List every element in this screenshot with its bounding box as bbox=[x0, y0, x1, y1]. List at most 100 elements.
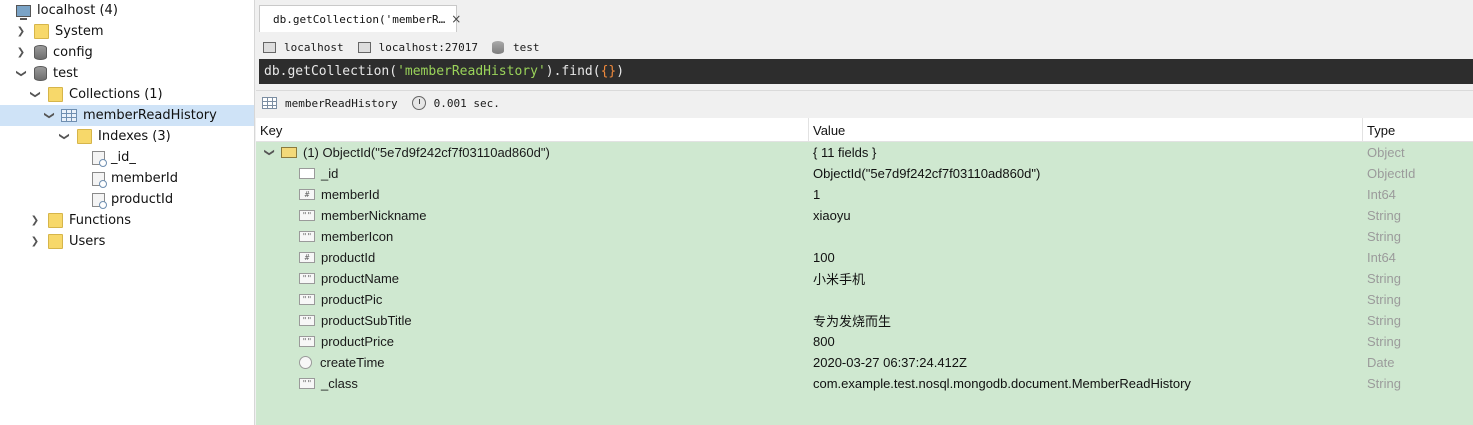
string-icon: "" bbox=[299, 231, 315, 242]
field-value: 专为发烧而生 bbox=[813, 314, 892, 329]
chevron-down-icon[interactable]: ❯ bbox=[39, 109, 60, 123]
field-value: com.example.test.nosql.mongodb.document.… bbox=[813, 376, 1191, 391]
connection-address: localhost:27017 bbox=[357, 40, 478, 54]
column-header-key[interactable]: Key bbox=[256, 118, 809, 142]
chevron-down-icon[interactable]: ❯ bbox=[25, 88, 46, 102]
chevron-right-icon[interactable]: ❯ bbox=[14, 21, 28, 42]
field-type: Date bbox=[1367, 355, 1395, 370]
tree-item-label: Collections (1) bbox=[69, 87, 163, 102]
folder-icon bbox=[48, 234, 63, 249]
query-filter: {} bbox=[600, 64, 617, 79]
table-row[interactable]: _id ObjectId("5e7d9f242cf7f03110ad860d") O… bbox=[256, 163, 1473, 184]
field-key: memberId bbox=[321, 187, 380, 202]
tree-item-label: memberId bbox=[111, 171, 179, 186]
tree-item-system[interactable]: ❯ System bbox=[0, 21, 254, 42]
field-key: memberNickname bbox=[321, 208, 427, 223]
field-value: ObjectId("5e7d9f242cf7f03110ad860d") bbox=[813, 166, 1041, 181]
document-type: Object bbox=[1367, 145, 1405, 160]
column-header-type[interactable]: Type bbox=[1363, 118, 1473, 142]
field-value bbox=[813, 289, 1361, 310]
field-value: xiaoyu bbox=[813, 208, 851, 223]
close-icon[interactable]: × bbox=[451, 12, 461, 26]
document-row[interactable]: ❯ (1) ObjectId("5e7d9f242cf7f03110ad860d… bbox=[256, 142, 1473, 163]
column-header-value[interactable]: Value bbox=[809, 118, 1363, 142]
object-icon bbox=[281, 147, 297, 158]
tree-item-label: _id_ bbox=[111, 150, 136, 165]
address-label: localhost:27017 bbox=[378, 40, 478, 54]
table-header: Key Value Type bbox=[256, 118, 1473, 142]
server-icon bbox=[357, 41, 371, 53]
tree-item-label: System bbox=[55, 24, 104, 39]
string-icon: "" bbox=[299, 273, 315, 284]
tree-item-localhost[interactable]: localhost (4) bbox=[0, 0, 254, 21]
chevron-right-icon[interactable]: ❯ bbox=[28, 210, 42, 231]
table-row[interactable]: "" _class com.example.test.nosql.mongodb.d… bbox=[256, 373, 1473, 394]
query-collection-string: 'memberReadHistory' bbox=[397, 64, 546, 79]
string-icon: "" bbox=[299, 294, 315, 305]
table-row[interactable]: "" memberIcon String bbox=[256, 226, 1473, 247]
query-editor[interactable]: db.getCollection('memberReadHistory').fi… bbox=[259, 59, 1473, 84]
field-key: createTime bbox=[320, 355, 385, 370]
field-key: _class bbox=[321, 376, 358, 391]
number-icon: # bbox=[299, 252, 315, 263]
table-row[interactable]: # productId 100 Int64 bbox=[256, 247, 1473, 268]
field-value bbox=[813, 226, 1361, 247]
result-info-bar: memberReadHistory 0.001 sec. bbox=[256, 90, 1473, 115]
tree-item-label: Indexes (3) bbox=[98, 129, 171, 144]
table-row[interactable]: "" productSubTitle 专为发烧而生 String bbox=[256, 310, 1473, 331]
field-type: String bbox=[1367, 376, 1401, 391]
table-row[interactable]: "" productName 小米手机 String bbox=[256, 268, 1473, 289]
tree-item-index-id[interactable]: _id_ bbox=[0, 147, 254, 168]
chevron-right-icon[interactable]: ❯ bbox=[14, 42, 28, 63]
field-type: String bbox=[1367, 271, 1401, 286]
objectid-icon bbox=[299, 168, 315, 179]
tree-item-config[interactable]: ❯ config bbox=[0, 42, 254, 63]
query-close-paren: ) bbox=[616, 64, 625, 79]
field-key: memberIcon bbox=[321, 229, 394, 244]
field-type: Int64 bbox=[1367, 250, 1396, 265]
database-icon bbox=[34, 45, 47, 60]
tab-query[interactable]: db.getCollection('memberR… × bbox=[259, 5, 461, 32]
clock-icon bbox=[411, 96, 426, 110]
chevron-right-icon[interactable]: ❯ bbox=[28, 231, 42, 252]
field-key: productName bbox=[321, 271, 400, 286]
folder-icon bbox=[48, 213, 63, 228]
tree-item-users[interactable]: ❯ Users bbox=[0, 231, 254, 252]
field-key: productSubTitle bbox=[321, 313, 412, 328]
string-icon: "" bbox=[299, 378, 315, 389]
table-row[interactable]: "" productPic String bbox=[256, 289, 1473, 310]
tree-item-indexes[interactable]: ❯ Indexes (3) bbox=[0, 126, 254, 147]
chevron-down-icon[interactable]: ❯ bbox=[11, 67, 32, 81]
chevron-down-icon[interactable]: ❯ bbox=[259, 146, 280, 160]
collapse-icon[interactable] bbox=[2, 0, 16, 21]
connection-database: test bbox=[491, 40, 539, 54]
table-icon bbox=[262, 97, 277, 109]
tree-item-label: Users bbox=[69, 234, 106, 249]
tree-item-collections[interactable]: ❯ Collections (1) bbox=[0, 84, 254, 105]
field-key: productPrice bbox=[321, 334, 394, 349]
table-row[interactable]: # memberId 1 Int64 bbox=[256, 184, 1473, 205]
connection-host: localhost bbox=[263, 41, 344, 54]
index-icon bbox=[92, 150, 107, 167]
field-type: String bbox=[1367, 208, 1401, 223]
field-type: ObjectId bbox=[1367, 166, 1416, 181]
table-row[interactable]: "" memberNickname xiaoyu String bbox=[256, 205, 1473, 226]
tree-item-index-memberid[interactable]: memberId bbox=[0, 168, 254, 189]
result-rows: ❯ (1) ObjectId("5e7d9f242cf7f03110ad860d… bbox=[256, 142, 1473, 425]
collection-icon bbox=[61, 109, 77, 122]
database-icon bbox=[491, 40, 504, 54]
tree-item-test[interactable]: ❯ test bbox=[0, 63, 254, 84]
field-value: 100 bbox=[813, 250, 835, 265]
tree-item-memberreadhistory[interactable]: ❯ memberReadHistory bbox=[0, 105, 254, 126]
tree-item-label: Functions bbox=[69, 213, 132, 228]
folder-icon bbox=[34, 24, 49, 39]
tree-item-label: config bbox=[53, 45, 93, 60]
tree-item-functions[interactable]: ❯ Functions bbox=[0, 210, 254, 231]
field-type: String bbox=[1367, 292, 1401, 307]
table-row[interactable]: "" productPrice 800 String bbox=[256, 331, 1473, 352]
tree-item-label: memberReadHistory bbox=[83, 108, 217, 123]
table-row[interactable]: createTime 2020-03-27 06:37:24.412Z Date bbox=[256, 352, 1473, 373]
computer-icon bbox=[263, 41, 276, 53]
chevron-down-icon[interactable]: ❯ bbox=[54, 130, 75, 144]
tree-item-index-productid[interactable]: productId bbox=[0, 189, 254, 210]
